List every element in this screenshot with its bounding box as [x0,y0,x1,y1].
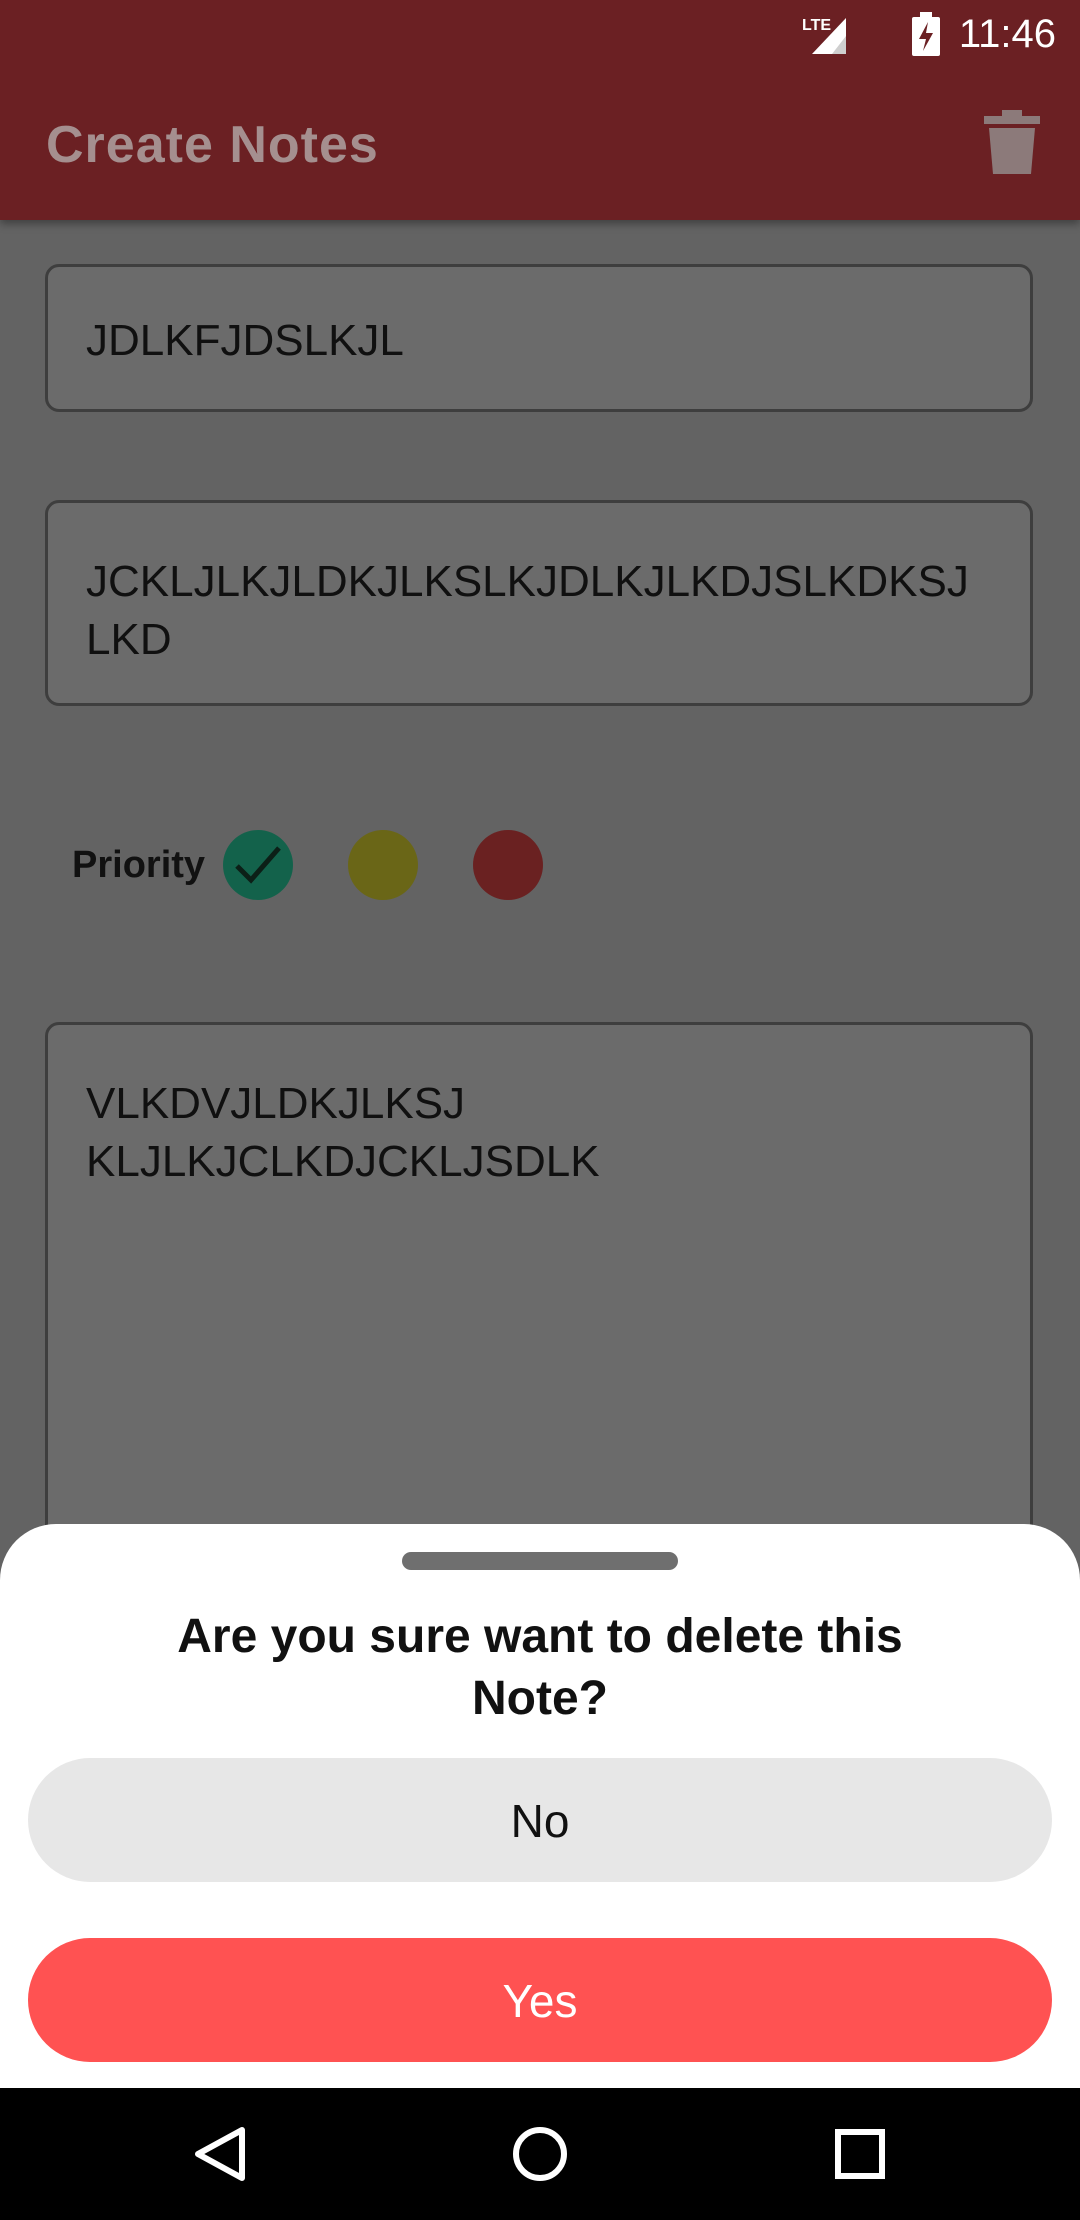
title-input[interactable]: JDLKFJDSLKJL [45,264,1033,412]
delete-confirm-sheet: Are you sure want to delete this Note? N… [0,1524,1080,2088]
title-input-value: JDLKFJDSLKJL [86,316,404,365]
recents-icon[interactable] [830,2124,890,2184]
priority-green-option[interactable] [223,830,293,900]
status-time: 11:46 [958,12,1056,56]
lte-label: LTE [802,17,831,34]
app-bar: LTE 11:46 Create Notes [0,0,1080,220]
battery-charging-icon [912,12,940,56]
priority-red-option[interactable] [473,830,543,900]
yes-button[interactable]: Yes [28,1938,1052,2062]
note-input-value: VLKDVJLDKJLKSJ KLJLKJCLKDJCKLJSDLK [86,1079,600,1186]
check-icon [235,846,281,884]
priority-label: Priority [72,844,206,886]
sheet-drag-handle[interactable] [402,1552,678,1570]
delete-question: Are you sure want to delete this Note? [177,1610,903,1725]
lte-signal-icon: LTE [802,17,846,54]
subtitle-input[interactable]: JCKLJLKJLDKJLKSLKJDLKJLKDJSLKDKSJLKD [45,500,1033,706]
priority-yellow-option[interactable] [348,830,418,900]
page-title: Create Notes [46,116,379,174]
back-icon[interactable] [190,2124,250,2184]
trash-icon[interactable] [984,110,1040,174]
system-nav-bar [0,2088,1080,2220]
subtitle-input-value: JCKLJLKJLDKJLKSLKJDLKJLKDJSLKDKSJLKD [86,557,969,664]
no-button[interactable]: No [28,1758,1052,1882]
home-icon[interactable] [510,2124,570,2184]
